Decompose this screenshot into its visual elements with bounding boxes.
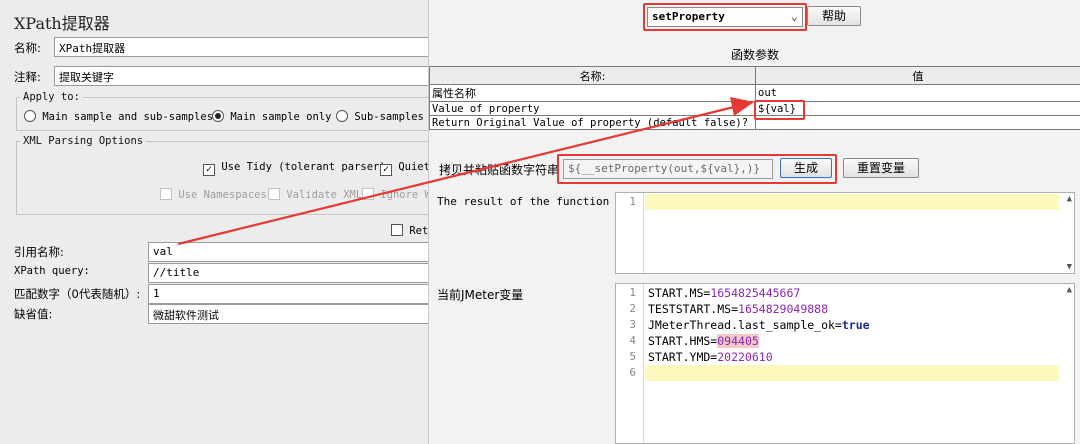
check-icon[interactable]: ✓ [203,164,215,176]
code-line: START.YMD=20220610 [648,350,773,364]
generate-button[interactable]: 生成 [780,158,832,178]
xpath-extractor-panel: XPath提取器 名称: XPath提取器 注释: 提取关键字 Apply to… [0,0,440,444]
apply-to-title: Apply to: [20,91,83,103]
function-select[interactable]: setProperty ⌄ [647,7,803,27]
checkbox-icon[interactable] [160,188,172,200]
default-value-input[interactable]: 微甜软件测试 [148,304,438,324]
use-namespaces-checkbox[interactable]: Use Namespaces [160,188,267,201]
copy-function-label: 拷贝并粘贴函数字符串 [439,163,560,177]
checkbox-icon[interactable] [391,224,403,236]
line-number: 1 [629,286,636,299]
xpath-query-label: XPath query: [14,265,90,277]
scroll-up-icon[interactable]: ▲ [1067,285,1072,295]
param-name-cell: Return Original Value of property (defau… [429,115,756,130]
code-line: START.MS=1654825445667 [648,286,801,300]
ref-name-input[interactable]: val [148,242,438,262]
panel-title: XPath提取器 [14,14,110,33]
table-row: 属性名称 out [429,84,1080,102]
help-button[interactable]: 帮助 [807,6,861,26]
match-number-label: 匹配数字（0代表随机）: [14,287,141,301]
match-number-input[interactable]: 1 [148,284,438,304]
validate-xml-checkbox[interactable]: Validate XML [268,188,362,201]
radio-icon[interactable] [24,110,36,122]
name-label: 名称: [14,41,41,55]
current-line [645,194,1059,210]
scroll-down-icon[interactable]: ▼ [1067,262,1072,272]
line-number: 5 [629,350,636,363]
function-helper-dialog: setProperty ⌄ 帮助 函数参数 名称: 值 属性名称 out Val… [428,0,1080,444]
checkbox-icon[interactable] [268,188,280,200]
xml-options-title: XML Parsing Options [20,135,147,147]
comment-input[interactable]: 提取关键字 [54,66,434,86]
current-line [645,365,1059,381]
scroll-up-icon[interactable]: ▲ [1067,194,1072,204]
params-header-value: 值 [755,66,1080,85]
params-table: 名称: 值 属性名称 out Value of property ${val} … [429,66,1080,130]
params-title: 函数参数 [731,48,780,62]
default-value-label: 缺省值: [14,307,53,321]
ref-name-label: 引用名称: [14,245,64,259]
radio-main-and-sub[interactable]: Main sample and sub-samples [24,110,213,123]
param-name-cell: Value of property [429,101,756,116]
result-label: The result of the function is [437,195,630,208]
param-name-cell: 属性名称 [429,84,756,102]
params-header-name: 名称: [429,66,756,85]
xpath-query-input[interactable]: //title [148,263,438,283]
line-number: 6 [629,366,636,379]
comment-label: 注释: [14,70,41,84]
param-value-cell[interactable]: out [755,84,1080,102]
xml-options-group [16,141,436,215]
line-number: 3 [629,318,636,331]
line-number: 2 [629,302,636,315]
code-line: JMeterThread.last_sample_ok=true [648,318,870,332]
jmeter-vars-editor[interactable]: 1 START.MS=1654825445667 2 TESTSTART.MS=… [615,283,1075,444]
chevron-down-icon[interactable]: ⌄ [791,9,798,23]
name-input[interactable]: XPath提取器 [54,37,434,57]
use-tidy-checkbox[interactable]: ✓ Use Tidy (tolerant parser) [203,161,386,176]
jmeter-vars-label: 当前JMeter变量 [437,288,524,302]
value-highlight [754,100,805,120]
line-number: 1 [629,195,636,208]
reset-variables-button[interactable]: 重置变量 [843,158,919,178]
radio-sub-only[interactable]: Sub-samples o [336,110,437,123]
function-string-input[interactable]: ${__setProperty(out,${val},)} [563,159,773,179]
line-number: 4 [629,334,636,347]
radio-icon[interactable] [336,110,348,122]
checkbox-icon[interactable] [362,188,374,200]
quiet-checkbox[interactable]: ✓ Quiet [380,161,430,176]
code-line: TESTSTART.MS=1654829049888 [648,302,829,316]
check-icon[interactable]: ✓ [380,164,392,176]
radio-main-only[interactable]: Main sample only [212,110,331,123]
result-editor[interactable]: 1 ▲ ▼ [615,192,1075,274]
ignore-whitespace-checkbox[interactable]: Ignore Wh [362,188,437,201]
radio-selected-icon[interactable] [212,110,224,122]
code-line: START.HMS=094405 [648,334,759,348]
